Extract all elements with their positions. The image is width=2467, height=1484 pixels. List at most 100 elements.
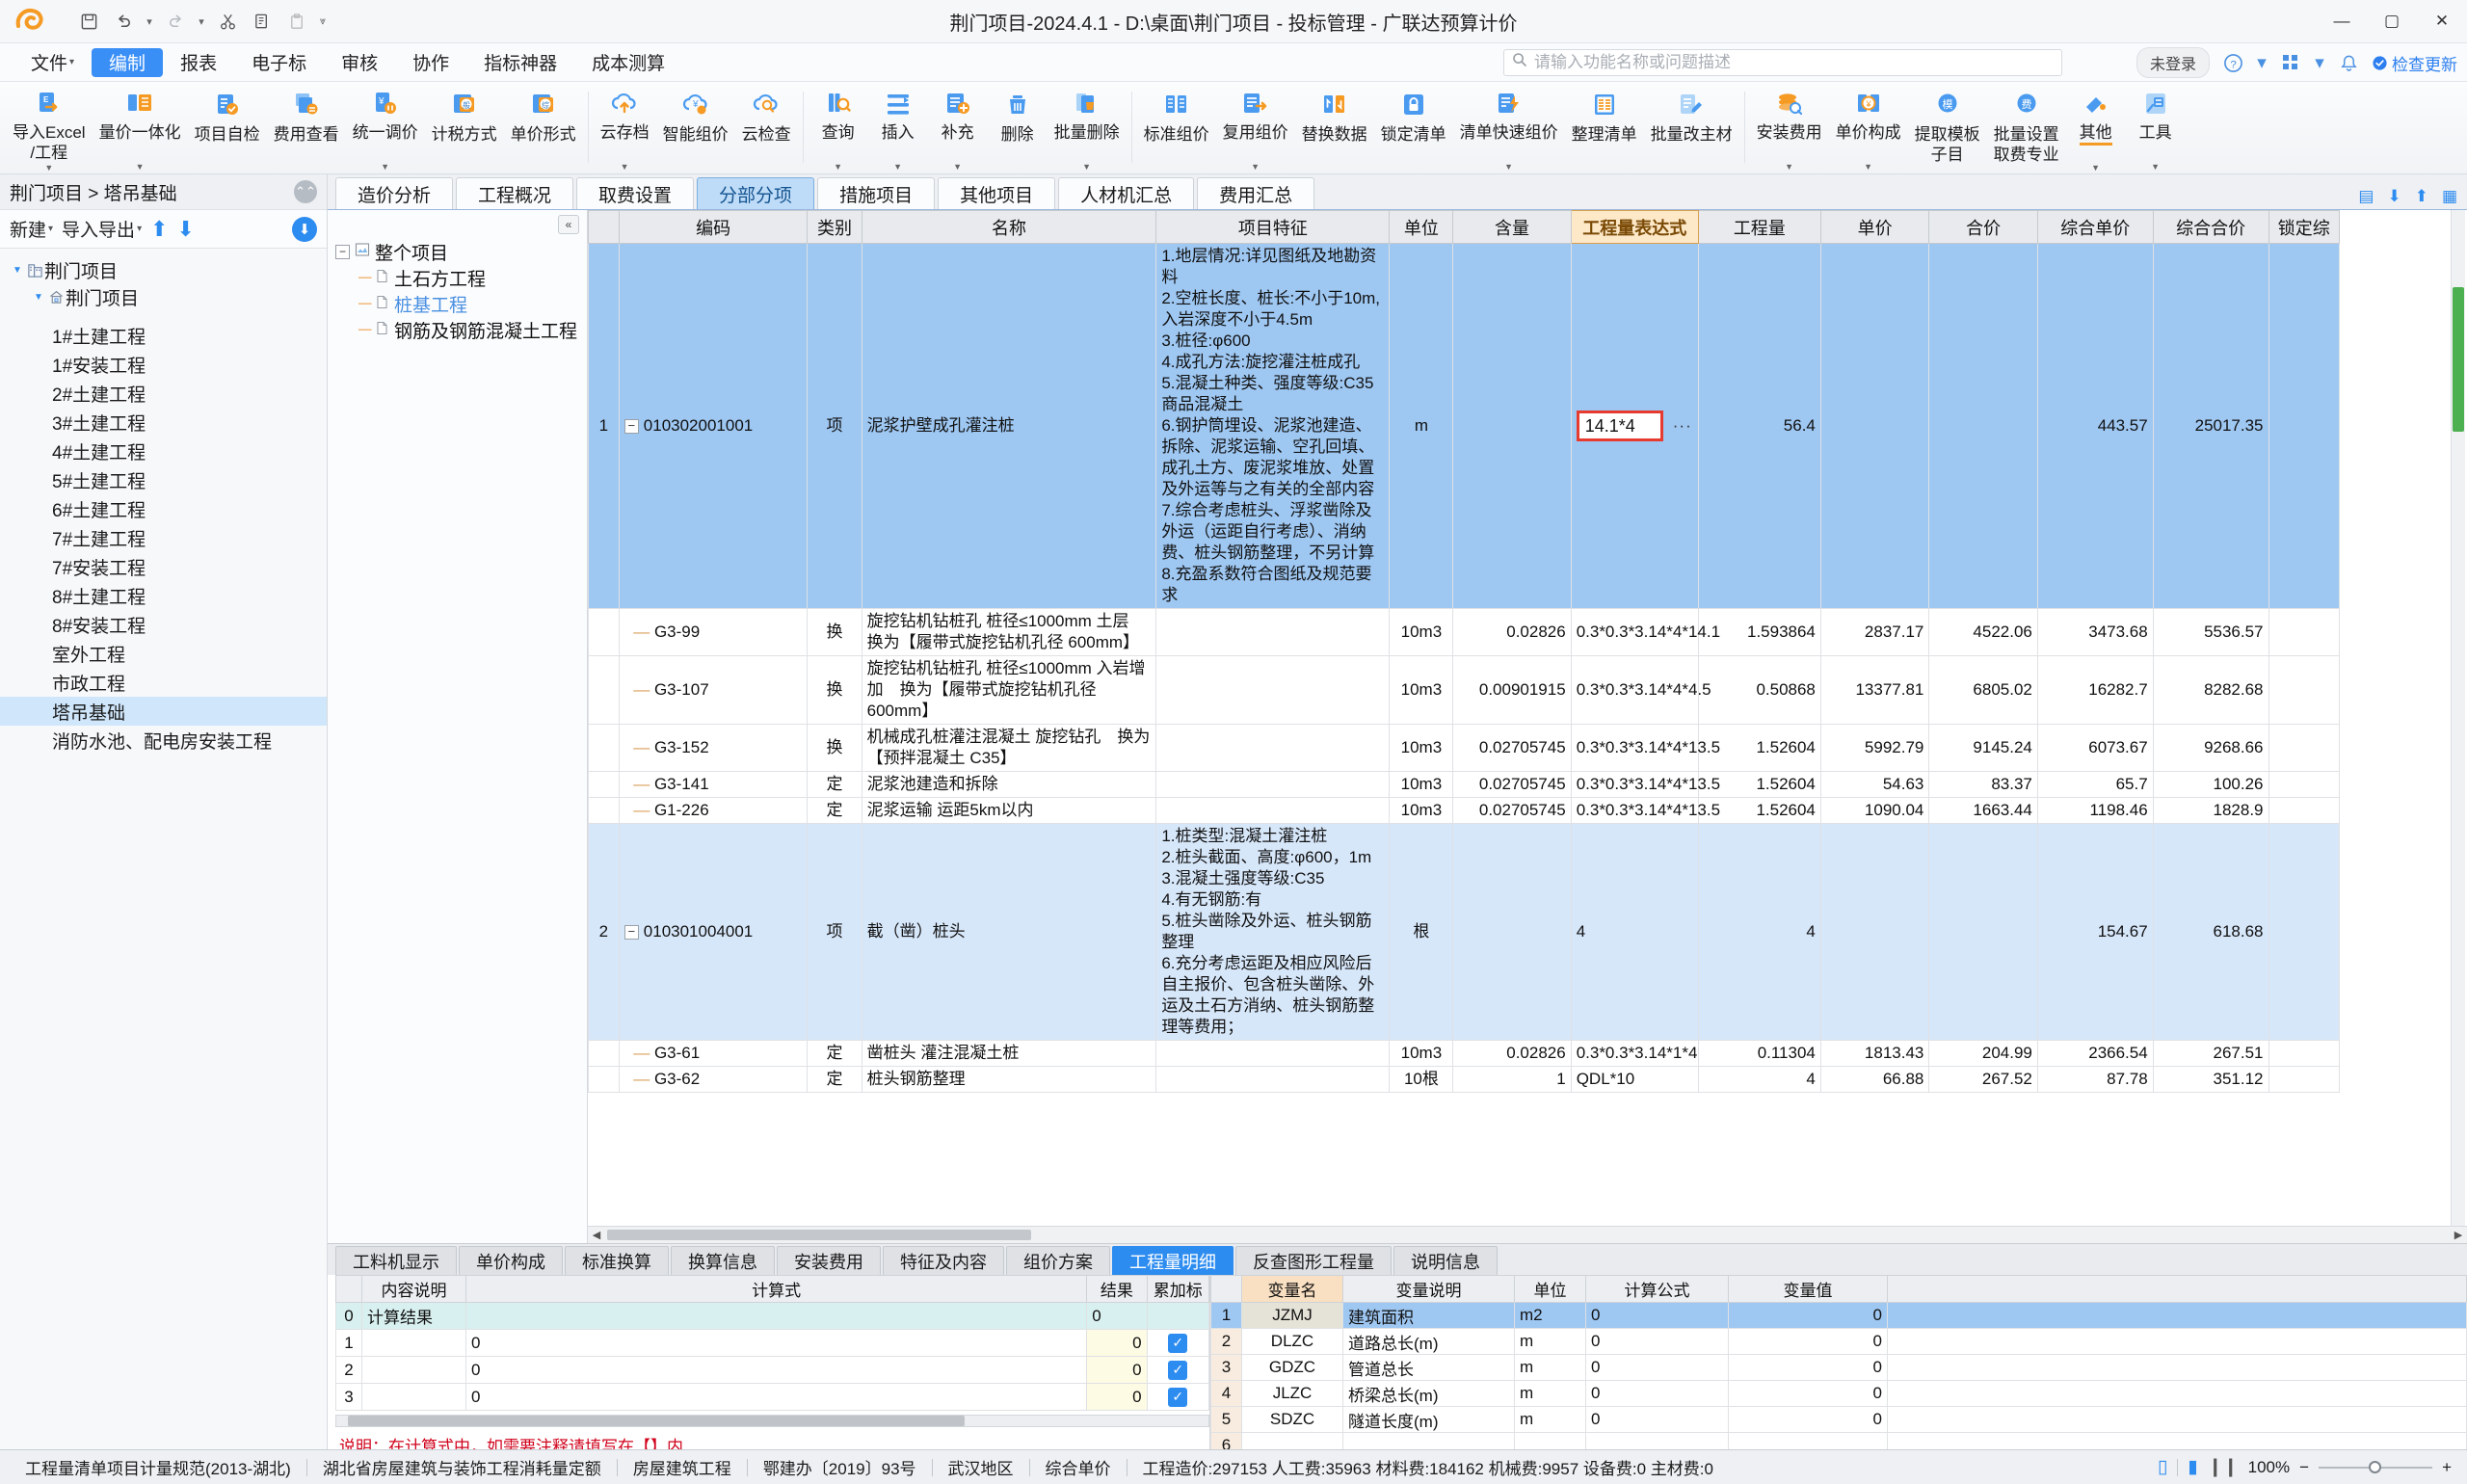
zoom-slider[interactable] (2319, 1460, 2433, 1473)
ribbon-other[interactable]: 其他 ▼ (2066, 86, 2126, 172)
code-cell[interactable]: — G3-141 (618, 771, 809, 798)
category-cell[interactable]: 项 (807, 243, 862, 609)
detail-tab[interactable]: 工料机显示 (335, 1246, 457, 1275)
redo-dropdown-icon[interactable]: ▾ (195, 15, 208, 28)
chapter-tree-item[interactable]: ─ 土石方工程 (328, 265, 587, 291)
down-arrow-icon[interactable]: ⬇ (177, 217, 195, 242)
category-cell[interactable]: 定 (807, 797, 862, 824)
unit-cell[interactable]: 10m3 (1389, 771, 1454, 798)
download-icon[interactable]: ⬇ (292, 216, 317, 242)
quantity-cell[interactable]: 56.4 (1697, 243, 1821, 609)
feature-cell[interactable] (1155, 1040, 1391, 1067)
ribbon-quick-price[interactable]: 清单快速组价 ▼ (1453, 86, 1565, 172)
project-tree-item[interactable]: 市政工程 (0, 668, 327, 697)
total-price-cell[interactable]: 83.37 (1928, 771, 2038, 798)
grid-column-header[interactable]: 含量 (1452, 210, 1572, 244)
row-number-cell[interactable] (588, 655, 620, 725)
tab-item[interactable]: 造价分析 (335, 177, 454, 209)
detail-column-header[interactable] (335, 1275, 362, 1303)
unit-price-cell[interactable]: 13377.81 (1819, 655, 1930, 725)
collapse-icon[interactable]: ⌃⌃ (294, 180, 317, 203)
menu-item-indicator[interactable]: 指标神器 (466, 48, 574, 77)
table-row[interactable]: 3 GDZC 管道总长 m 0 0 (1210, 1354, 2467, 1381)
grid-column-header[interactable]: 单位 (1389, 210, 1454, 244)
code-cell[interactable]: — G3-107 (618, 655, 809, 725)
name-cell[interactable]: 旋挖钻机钻桩孔 桩径≤1000mm 入岩增加 换为【履带式旋挖钻机孔径 600m… (861, 655, 1157, 725)
lock-cell[interactable] (2268, 608, 2341, 656)
unit-price-cell[interactable]: 54.63 (1819, 771, 1930, 798)
feature-cell[interactable] (1155, 655, 1391, 725)
detail-formula-cell[interactable]: 0 (465, 1383, 1088, 1411)
ribbon-reuse-price[interactable]: 复用组价 ▼ (1216, 86, 1295, 172)
feature-cell[interactable]: 1.桩类型:混凝土灌注桩 2.桩头截面、高度:φ600，1m 3.混凝土强度等级… (1155, 823, 1391, 1041)
list-item[interactable]: 3 0 0 ✓ (335, 1383, 1210, 1411)
table-row[interactable]: — G3-62 定桩头钢筋整理 10根 1 QDL*10 4 66.88 267.52 87.7… (588, 1066, 2341, 1093)
lock-cell[interactable] (2268, 1040, 2341, 1067)
zoom-slider-knob[interactable] (2369, 1460, 2382, 1473)
variable-value-cell[interactable]: 0 (1728, 1354, 1888, 1381)
detail-description-cell[interactable] (360, 1383, 467, 1411)
variable-value-cell[interactable]: 0 (1728, 1380, 1888, 1407)
grid-column-header[interactable]: 工程量 (1697, 210, 1821, 244)
scroll-left-icon[interactable]: ◀ (588, 1229, 605, 1241)
variables-column-header[interactable]: 计算公式 (1585, 1275, 1729, 1303)
grid-horizontal-scrollbar[interactable]: ◀ ▶ (588, 1226, 2467, 1243)
chapter-tree-item[interactable]: ─ 钢筋及钢筋混凝土工程 (328, 317, 587, 343)
chevron-down-icon[interactable]: ▾ (2256, 50, 2268, 75)
grid-column-header[interactable]: 编码 (618, 210, 809, 244)
ribbon-cost-view[interactable]: 费用查看 (267, 86, 346, 171)
unit-cell[interactable]: 10根 (1389, 1066, 1454, 1093)
detail-accumulate-cell[interactable]: ✓ (1146, 1383, 1210, 1411)
name-cell[interactable]: 泥浆运输 运距5km以内 (861, 797, 1157, 824)
variable-row-number[interactable]: 5 (1210, 1406, 1242, 1433)
redo-icon[interactable] (160, 7, 191, 36)
name-cell[interactable]: 旋挖钻机钻桩孔 桩径≤1000mm 土层 换为【履带式旋挖钻机孔径 600mm】 (861, 608, 1157, 656)
table-row[interactable]: 4 JLZC 桥梁总长(m) m 0 0 (1210, 1380, 2467, 1407)
table-row[interactable]: 5 SDZC 隧道长度(m) m 0 0 (1210, 1406, 2467, 1433)
name-cell[interactable]: 泥浆池建造和拆除 (861, 771, 1157, 798)
variable-description-cell[interactable]: 管道总长 (1342, 1354, 1515, 1381)
category-cell[interactable]: 项 (807, 823, 862, 1041)
variable-formula-cell[interactable]: 0 (1585, 1380, 1729, 1407)
bell-icon[interactable] (2336, 50, 2361, 75)
row-number-cell[interactable] (588, 1040, 620, 1067)
menu-item-cost[interactable]: 成本测算 (574, 48, 682, 77)
project-tree-item[interactable]: 5#土建工程 (0, 465, 327, 494)
expression-cell[interactable]: 0.3*0.3*3.14*4*14.1 (1570, 608, 1720, 656)
unit-cell[interactable]: 10m3 (1389, 1040, 1454, 1067)
feature-cell[interactable] (1155, 797, 1391, 824)
variable-description-cell[interactable]: 道路总长(m) (1342, 1328, 1515, 1355)
more-icon[interactable]: ⩔ (316, 15, 330, 28)
name-cell[interactable]: 机械成孔桩灌注混凝土 旋挖钻孔 换为【预拌混凝土 C35】 (861, 724, 1157, 772)
expander-icon[interactable]: − (623, 925, 639, 941)
category-cell[interactable]: 换 (807, 724, 862, 772)
lock-cell[interactable] (2268, 797, 2341, 824)
expression-cell[interactable]: 0.3*0.3*3.14*4*13.5 (1570, 724, 1720, 772)
detail-column-header[interactable]: 计算式 (465, 1275, 1088, 1303)
tree-twisty-icon[interactable]: ▼ (31, 292, 46, 303)
ribbon-supplement[interactable]: 补充 ▼ (928, 86, 988, 172)
zoom-out-button[interactable]: − (2299, 1458, 2309, 1477)
project-tree-item[interactable]: 7#安装工程 (0, 552, 327, 581)
tab-item[interactable]: 措施项目 (817, 177, 936, 209)
content-cell[interactable]: 0.02705745 (1452, 771, 1572, 798)
unit-cell[interactable]: m (1389, 243, 1454, 609)
variable-unit-cell[interactable]: m (1514, 1380, 1586, 1407)
expression-cell[interactable]: 14.1*4 ··· (1570, 243, 1699, 609)
table-row[interactable]: 1 JZMJ 建筑面积 m2 0 0 (1210, 1302, 2467, 1329)
variables-column-header[interactable] (1210, 1275, 1242, 1303)
code-cell[interactable]: — G3-99 (618, 608, 809, 656)
chevron-down-icon[interactable]: ▼ (136, 162, 145, 172)
detail-tab[interactable]: 工程量明细 (1112, 1246, 1234, 1275)
variable-spacer-cell[interactable] (1887, 1354, 2467, 1381)
lock-cell[interactable] (2268, 771, 2341, 798)
project-tree-item[interactable]: 4#土建工程 (0, 437, 327, 465)
detail-tab[interactable]: 换算信息 (671, 1246, 775, 1275)
total-price-cell[interactable]: 9145.24 (1928, 724, 2038, 772)
project-tree-item[interactable]: 1#安装工程 (0, 350, 327, 379)
variable-formula-cell[interactable]: 0 (1585, 1406, 1729, 1433)
unit-cell[interactable]: 10m3 (1389, 655, 1454, 725)
name-cell[interactable]: 凿桩头 灌注混凝土桩 (861, 1040, 1157, 1067)
comprehensive-total-cell[interactable]: 267.51 (2152, 1040, 2269, 1067)
comprehensive-total-cell[interactable]: 1828.9 (2152, 797, 2269, 824)
